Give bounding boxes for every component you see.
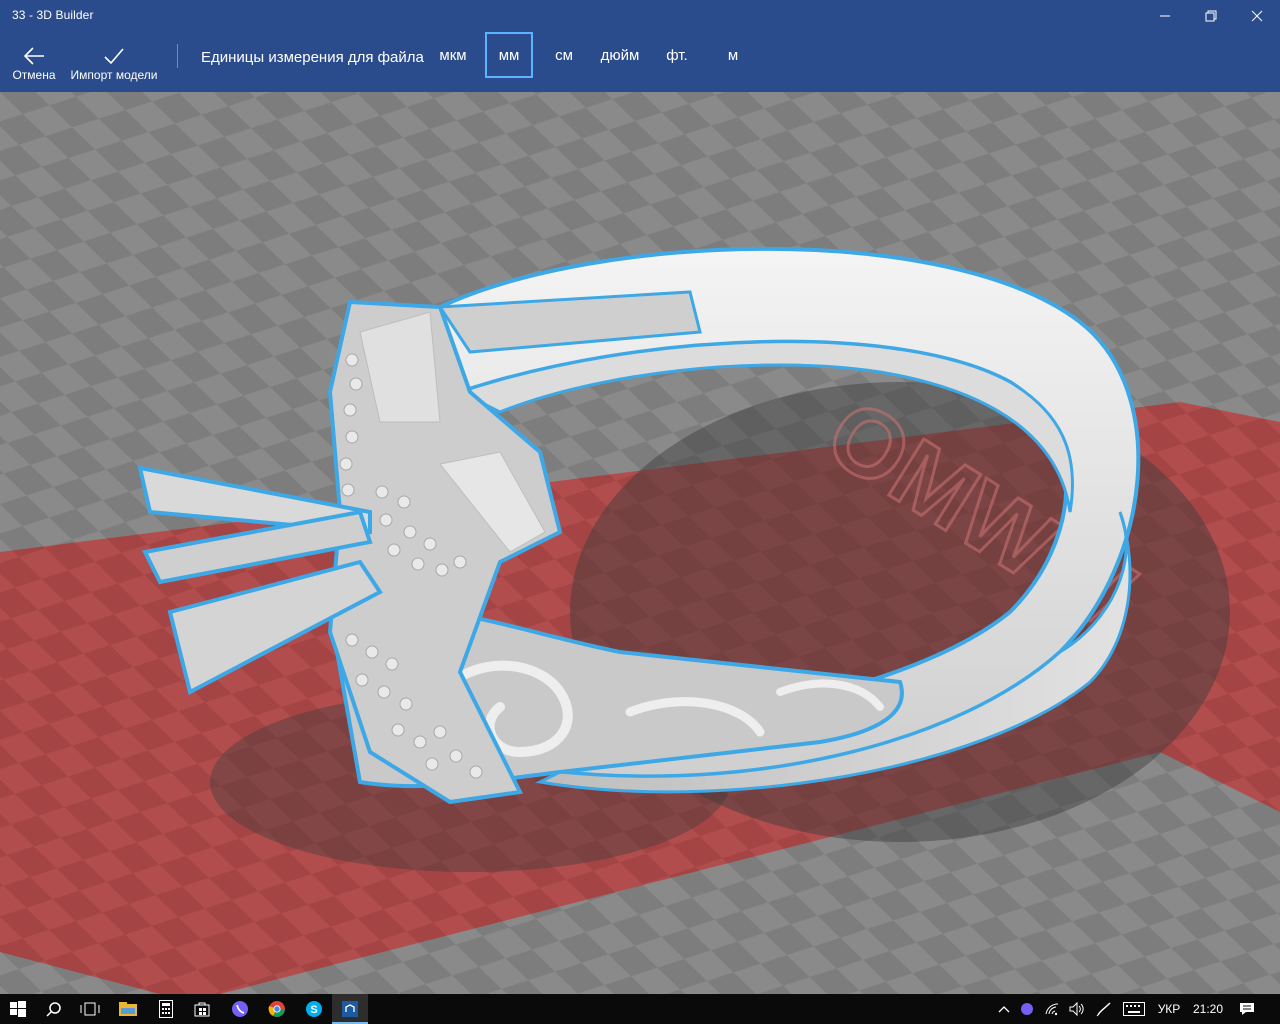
store-icon [194,1002,210,1017]
command-bar: Отмена Импорт модели Единицы измерения д… [0,32,1280,92]
show-hidden-icons-button[interactable] [994,994,1014,1024]
3d-viewport[interactable]: OMWW [0,92,1280,994]
start-icon [10,1001,26,1017]
notification-icon [1240,1003,1254,1015]
cancel-label: Отмена [12,68,56,82]
volume-button[interactable] [1066,994,1088,1024]
chevron-up-icon [998,1006,1010,1013]
pen-workspace-button[interactable] [1092,994,1116,1024]
import-label: Импорт модели [70,68,158,82]
minimize-button[interactable] [1142,0,1188,32]
skype-icon: S [306,1001,322,1017]
close-icon [1251,10,1263,22]
wifi-icon [1045,1003,1059,1016]
units-label: Единицы измерения для файла [201,49,424,66]
search-button[interactable] [36,994,72,1024]
import-model-button[interactable]: Импорт модели [68,32,160,92]
scene: OMWW [0,92,1280,994]
chrome-icon [268,1001,285,1017]
task-view-icon [80,1002,100,1016]
unit-option-ft[interactable]: фт. [660,32,694,78]
speaker-icon [1069,1002,1084,1016]
unit-option-inch[interactable]: дюйм [596,32,644,78]
unit-option-um[interactable]: мкм [433,32,473,78]
title-bar: 33 - 3D Builder [0,0,1280,32]
toolbar-divider [177,44,178,68]
skype-button[interactable]: S [296,994,332,1024]
file-explorer-button[interactable] [110,994,146,1024]
restore-button[interactable] [1188,0,1234,32]
unit-option-m[interactable]: м [720,32,746,78]
3d-builder-taskbar-button[interactable] [332,994,368,1024]
viber-button[interactable] [222,994,258,1024]
keyboard-icon [1123,1002,1145,1016]
checkmark-icon [104,48,124,65]
unit-option-mm[interactable]: мм [485,32,533,78]
cancel-button[interactable]: Отмена [8,32,60,92]
action-center-button[interactable] [1234,994,1260,1024]
restore-icon [1205,10,1217,22]
close-button[interactable] [1234,0,1280,32]
calculator-icon [159,1000,173,1018]
chrome-button[interactable] [259,994,295,1024]
pen-icon [1096,1002,1111,1017]
minimize-icon [1160,15,1170,17]
store-button[interactable] [184,994,220,1024]
taskbar: S УКР 21:20 [0,994,1280,1024]
unit-option-cm[interactable]: см [548,32,580,78]
window-title: 33 - 3D Builder [12,8,94,22]
network-button[interactable] [1040,994,1064,1024]
viber-tray-icon [1021,1003,1033,1015]
viber-icon [232,1001,248,1017]
tray-viber[interactable] [1016,994,1038,1024]
clock[interactable]: 21:20 [1188,994,1228,1024]
calculator-button[interactable] [148,994,184,1024]
touch-keyboard-button[interactable] [1120,994,1148,1024]
svg-text:S: S [310,1004,317,1016]
input-language-button[interactable]: УКР [1152,994,1186,1024]
task-view-button[interactable] [72,994,108,1024]
3d-builder-icon [342,1001,358,1017]
start-button[interactable] [0,994,36,1024]
back-arrow-icon [23,47,44,65]
search-icon [46,1002,61,1017]
file-explorer-icon [119,1002,137,1016]
